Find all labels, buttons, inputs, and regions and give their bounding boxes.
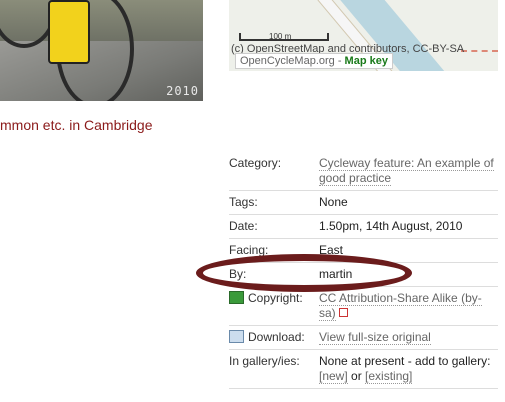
photo-year: 2010 [166, 84, 199, 98]
info-row-tags: Tags: None [229, 190, 498, 215]
category-label: Category: [229, 152, 319, 191]
download-cell-value: View full-size original [319, 325, 498, 350]
info-row-download: Download: View full-size original [229, 325, 498, 350]
gallery-text: None at present - add to gallery: [319, 354, 491, 368]
map-dashed-path [461, 50, 498, 52]
photo-thumbnail[interactable]: 2010 [0, 0, 203, 101]
photo-caption: mmon etc. in Cambridge [0, 117, 153, 133]
highlight-ellipse [196, 254, 412, 292]
info-row-date: Date: 1.50pm, 14th August, 2010 [229, 214, 498, 239]
copyright-cell: Copyright: [229, 286, 319, 326]
gallery-new-link[interactable]: [new] [319, 369, 348, 384]
category-link[interactable]: Cycleway feature: An example of good pra… [319, 156, 494, 186]
pannier-bag [48, 0, 90, 64]
download-label: Download: [248, 330, 305, 344]
info-row-category: Category: Cycleway feature: An example o… [229, 152, 498, 191]
gallery-cell: None at present - add to gallery: [new] … [319, 349, 498, 389]
map-key-bar: OpenCycleMap.org - Map key [235, 53, 393, 69]
info-row-copyright: Copyright: CC Attribution-Share Alike (b… [229, 286, 498, 326]
location-map[interactable]: 100 m (c) OpenStreetMap and contributors… [229, 0, 498, 71]
tags-label: Tags: [229, 190, 319, 215]
map-key-prefix: OpenCycleMap.org - [240, 55, 345, 67]
external-link-icon [338, 308, 348, 317]
date-value: 1.50pm, 14th August, 2010 [319, 214, 498, 239]
download-icon [229, 330, 244, 343]
info-row-gallery: In gallery/ies: None at present - add to… [229, 349, 498, 389]
copyright-label: Copyright: [248, 291, 303, 305]
license-icon [229, 291, 244, 304]
tags-value: None [319, 190, 498, 215]
map-scale-label: 100 m [269, 32, 292, 41]
copyright-cell-value: CC Attribution-Share Alike (by-sa) [319, 286, 498, 326]
map-key-link[interactable]: Map key [345, 55, 388, 67]
category-cell: Cycleway feature: An example of good pra… [319, 152, 498, 191]
gallery-existing-link[interactable]: [existing] [365, 369, 413, 384]
date-label: Date: [229, 214, 319, 239]
download-cell: Download: [229, 325, 319, 350]
gallery-or: or [347, 369, 366, 383]
download-link[interactable]: View full-size original [319, 330, 431, 345]
gallery-label: In gallery/ies: [229, 349, 319, 389]
